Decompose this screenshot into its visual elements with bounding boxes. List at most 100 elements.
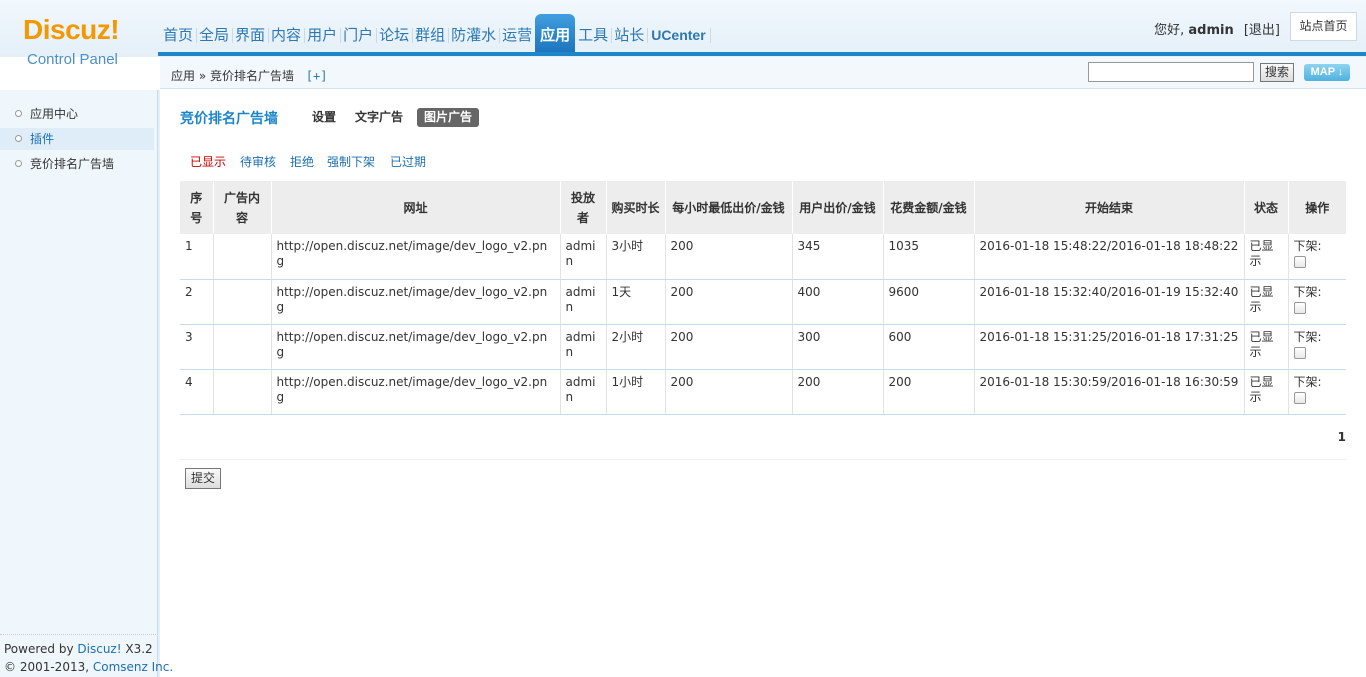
takedown-checkbox[interactable]	[1293, 301, 1306, 314]
breadcrumb: 应用 » 竞价排名广告墙 [+]	[171, 67, 328, 84]
takedown-checkbox[interactable]	[1293, 346, 1306, 359]
table-cell: http://open.discuz.net/image/dev_logo_v2…	[271, 369, 561, 415]
breadcrumb-text: 应用 » 竞价排名广告墙	[171, 69, 294, 83]
column-header: 状态	[1244, 181, 1289, 234]
site-home-button[interactable]: 站点首页	[1290, 12, 1357, 41]
table-cell: admin	[560, 234, 607, 280]
table-cell: 4	[180, 369, 214, 415]
sidebar-item-label: 插件	[30, 132, 55, 146]
sidebar-item-ad-wall[interactable]: 竞价排名广告墙	[0, 153, 154, 175]
nav-item[interactable]: 全局	[196, 14, 234, 53]
logout-link[interactable]: [退出]	[1244, 23, 1280, 38]
nav-item[interactable]: 站长	[611, 14, 649, 53]
sidebar-item-plugins[interactable]: 插件	[0, 128, 154, 150]
filter-expired[interactable]: 已过期	[390, 153, 426, 170]
sidebar-footer-divider	[0, 634, 156, 635]
main-content: 竞价排名广告墙 设置 文字广告 图片广告 已显示 待审核 拒绝 强制下架 已过期…	[160, 90, 1366, 677]
takedown-label: 下架:	[1293, 374, 1322, 389]
header-divider	[158, 52, 1366, 56]
submit-button[interactable]: 提交	[185, 468, 221, 489]
tab-text-ads[interactable]: 文字广告	[348, 108, 410, 127]
table-cell: 9600	[883, 279, 975, 325]
table-cell: 3小时	[606, 234, 666, 280]
table-cell: 2	[180, 279, 214, 325]
nav-item[interactable]: 工具	[575, 14, 613, 53]
table-cell	[213, 279, 272, 325]
column-header: 操作	[1288, 181, 1346, 234]
takedown-label: 下架:	[1293, 329, 1322, 344]
map-button[interactable]: MAP ↓	[1304, 64, 1350, 81]
table-cell: 345	[792, 234, 884, 280]
table-cell: 下架:	[1288, 324, 1346, 370]
column-header: 开始结束	[974, 181, 1245, 234]
table-cell: 200	[665, 324, 793, 370]
tab-image-ads[interactable]: 图片广告	[417, 108, 480, 127]
page-number[interactable]: 1	[1338, 430, 1346, 444]
sidebar-item-label: 应用中心	[30, 107, 79, 121]
takedown-checkbox[interactable]	[1293, 256, 1306, 268]
sidebar-item-app-center[interactable]: 应用中心	[0, 103, 154, 125]
takedown-checkbox[interactable]	[1293, 391, 1306, 404]
nav-item[interactable]: 用户	[304, 14, 342, 53]
nav-item[interactable]: 运营	[499, 14, 537, 53]
table-cell	[213, 324, 272, 370]
table-cell: 2小时	[606, 324, 666, 370]
column-header: 购买时长	[606, 181, 666, 234]
table-cell: 3	[180, 324, 214, 370]
nav-item[interactable]: 群组	[412, 14, 450, 53]
table-cell: 600	[883, 324, 975, 370]
filter-forced-down[interactable]: 强制下架	[327, 153, 375, 170]
nav-item[interactable]: 首页	[160, 14, 198, 53]
table-cell: 2016-01-18 15:48:22/2016-01-18 18:48:22	[974, 234, 1245, 280]
nav-item[interactable]: 论坛	[376, 14, 414, 53]
table-cell: 下架:	[1288, 279, 1346, 325]
logo-brand: Discuz!	[23, 14, 120, 45]
nav-item[interactable]: 内容	[268, 14, 306, 53]
table-cell: admin	[560, 324, 607, 370]
bullet-icon	[15, 110, 22, 117]
table-cell	[213, 369, 272, 415]
filter-shown[interactable]: 已显示	[190, 153, 226, 170]
table-cell: 2016-01-18 15:31:25/2016-01-18 17:31:25	[974, 324, 1245, 370]
table-cell: admin	[560, 279, 607, 325]
sidebar-footer: Powered by Discuz! X3.2 © 2001-2013, Com…	[4, 640, 173, 676]
table-cell: http://open.discuz.net/image/dev_logo_v2…	[271, 279, 561, 325]
ads-table: 序号 广告内容 网址 投放者 购买时长 每小时最低出价/金钱 用户出价/金钱 花费金额/金钱开…	[180, 181, 1346, 415]
header: Discuz! Control Panel 首页 全局 界面 内容 用户 门户 论坛 群组 防灌…	[0, 0, 1366, 68]
username: admin	[1188, 23, 1234, 38]
table-cell: 400	[792, 279, 884, 325]
column-header: 序号	[180, 181, 214, 234]
filter-rejected[interactable]: 拒绝	[290, 153, 314, 170]
table-cell: 下架:	[1288, 369, 1346, 415]
footer-product-link[interactable]: Discuz!	[77, 642, 121, 656]
column-header: 网址	[271, 181, 561, 234]
bullet-icon	[15, 135, 22, 142]
table-cell: 1	[180, 234, 214, 280]
nav-item[interactable]: 界面	[232, 14, 270, 53]
search-input[interactable]	[1088, 62, 1254, 82]
nav-item[interactable]: 防灌水	[448, 14, 501, 53]
table-cell: http://open.discuz.net/image/dev_logo_v2…	[271, 324, 561, 370]
nav-item[interactable]: 应用	[535, 14, 576, 53]
table-cell: 200	[883, 369, 975, 415]
filter-pending[interactable]: 待审核	[240, 153, 276, 170]
table-cell: http://open.discuz.net/image/dev_logo_v2…	[271, 234, 561, 280]
column-header: 每小时最低出价/金钱	[665, 181, 793, 234]
table-cell: 200	[665, 369, 793, 415]
logo[interactable]: Discuz! Control Panel	[0, 0, 158, 90]
bullet-icon	[15, 160, 22, 167]
nav-item[interactable]: 门户	[340, 14, 378, 53]
search-button[interactable]: 搜索	[1260, 63, 1294, 82]
table-cell: 已显示	[1244, 324, 1289, 370]
column-header: 广告内容	[213, 181, 272, 234]
table-cell: 200	[665, 279, 793, 325]
tab-settings[interactable]: 设置	[305, 108, 343, 127]
table-cell: 1小时	[606, 369, 666, 415]
table-row: 2 http://open.discuz.net/image/dev_logo_v…	[180, 279, 1346, 325]
column-header: 用户出价/金钱	[792, 181, 884, 234]
footer-version: X3.2	[125, 642, 153, 656]
nav-item[interactable]: UCenter	[647, 14, 712, 53]
add-shortcut-link[interactable]: [+]	[306, 69, 328, 83]
sidebar-item-label: 竞价排名广告墙	[30, 157, 115, 171]
table-cell: 1035	[883, 234, 975, 280]
